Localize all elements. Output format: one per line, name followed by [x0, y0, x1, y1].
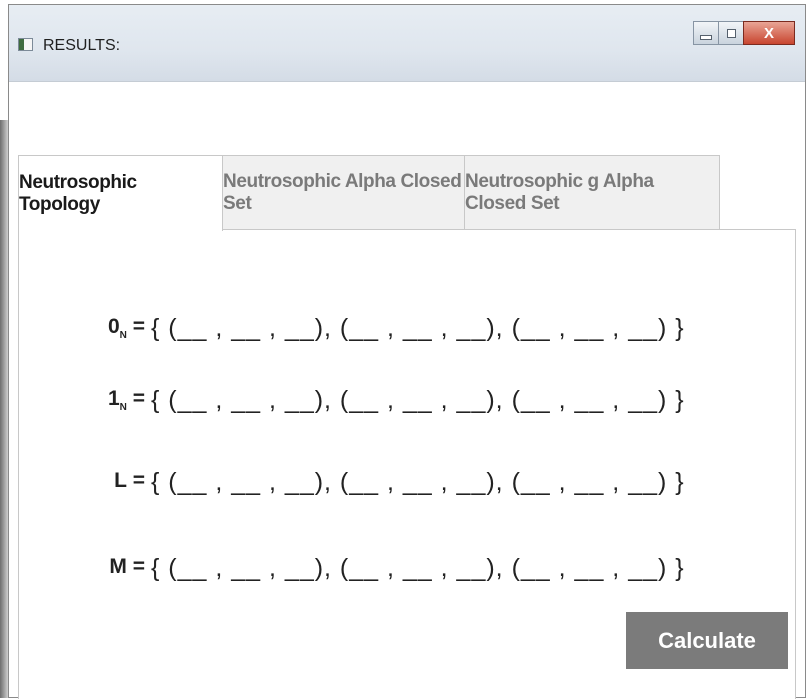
tab-panel-topology: 0N = { (__ , __ , __), (__ , __ , __), (…: [18, 229, 796, 699]
close-button[interactable]: X: [743, 21, 795, 45]
row-label: M =: [109, 554, 145, 578]
maximize-button[interactable]: [718, 21, 744, 45]
row-label: 0N =: [107, 314, 145, 342]
set-input[interactable]: { (__ , __ , __), (__ , __ , __), (__ , …: [151, 314, 685, 343]
row-label: 1N =: [107, 386, 145, 414]
window-controls: X: [693, 21, 795, 49]
window-title: RESULTS:: [43, 37, 121, 54]
set-input[interactable]: { (__ , __ , __), (__ , __ , __), (__ , …: [151, 386, 685, 415]
minimize-button[interactable]: [693, 21, 719, 45]
tab-neutrosophic-alpha-closed-set[interactable]: Neutrosophic Alpha Closed Set: [222, 155, 465, 229]
title-bar[interactable]: RESULTS: X: [9, 5, 805, 82]
close-icon: X: [763, 24, 774, 42]
calculate-button[interactable]: Calculate: [626, 612, 788, 669]
row-label: L =: [114, 468, 145, 492]
app-icon: [18, 38, 33, 51]
minimize-icon: [700, 34, 712, 40]
maximize-icon: [726, 28, 736, 38]
set-input[interactable]: { (__ , __ , __), (__ , __ , __), (__ , …: [151, 554, 685, 583]
window-edge-shadow: [0, 120, 8, 698]
row-m: M = { (__ , __ , __), (__ , __ , __), (_…: [79, 548, 685, 588]
row-one-n: 1N = { (__ , __ , __), (__ , __ , __), (…: [79, 380, 685, 420]
set-input[interactable]: { (__ , __ , __), (__ , __ , __), (__ , …: [151, 468, 685, 497]
row-zero-n: 0N = { (__ , __ , __), (__ , __ , __), (…: [79, 308, 685, 348]
tab-strip: Neutrosophic Topology Neutrosophic Alpha…: [18, 155, 720, 231]
tab-neutrosophic-topology[interactable]: Neutrosophic Topology: [18, 155, 223, 231]
row-l: L = { (__ , __ , __), (__ , __ , __), (_…: [79, 462, 685, 502]
tab-neutrosophic-g-alpha-closed-set[interactable]: Neutrosophic g Alpha Closed Set: [464, 155, 720, 229]
